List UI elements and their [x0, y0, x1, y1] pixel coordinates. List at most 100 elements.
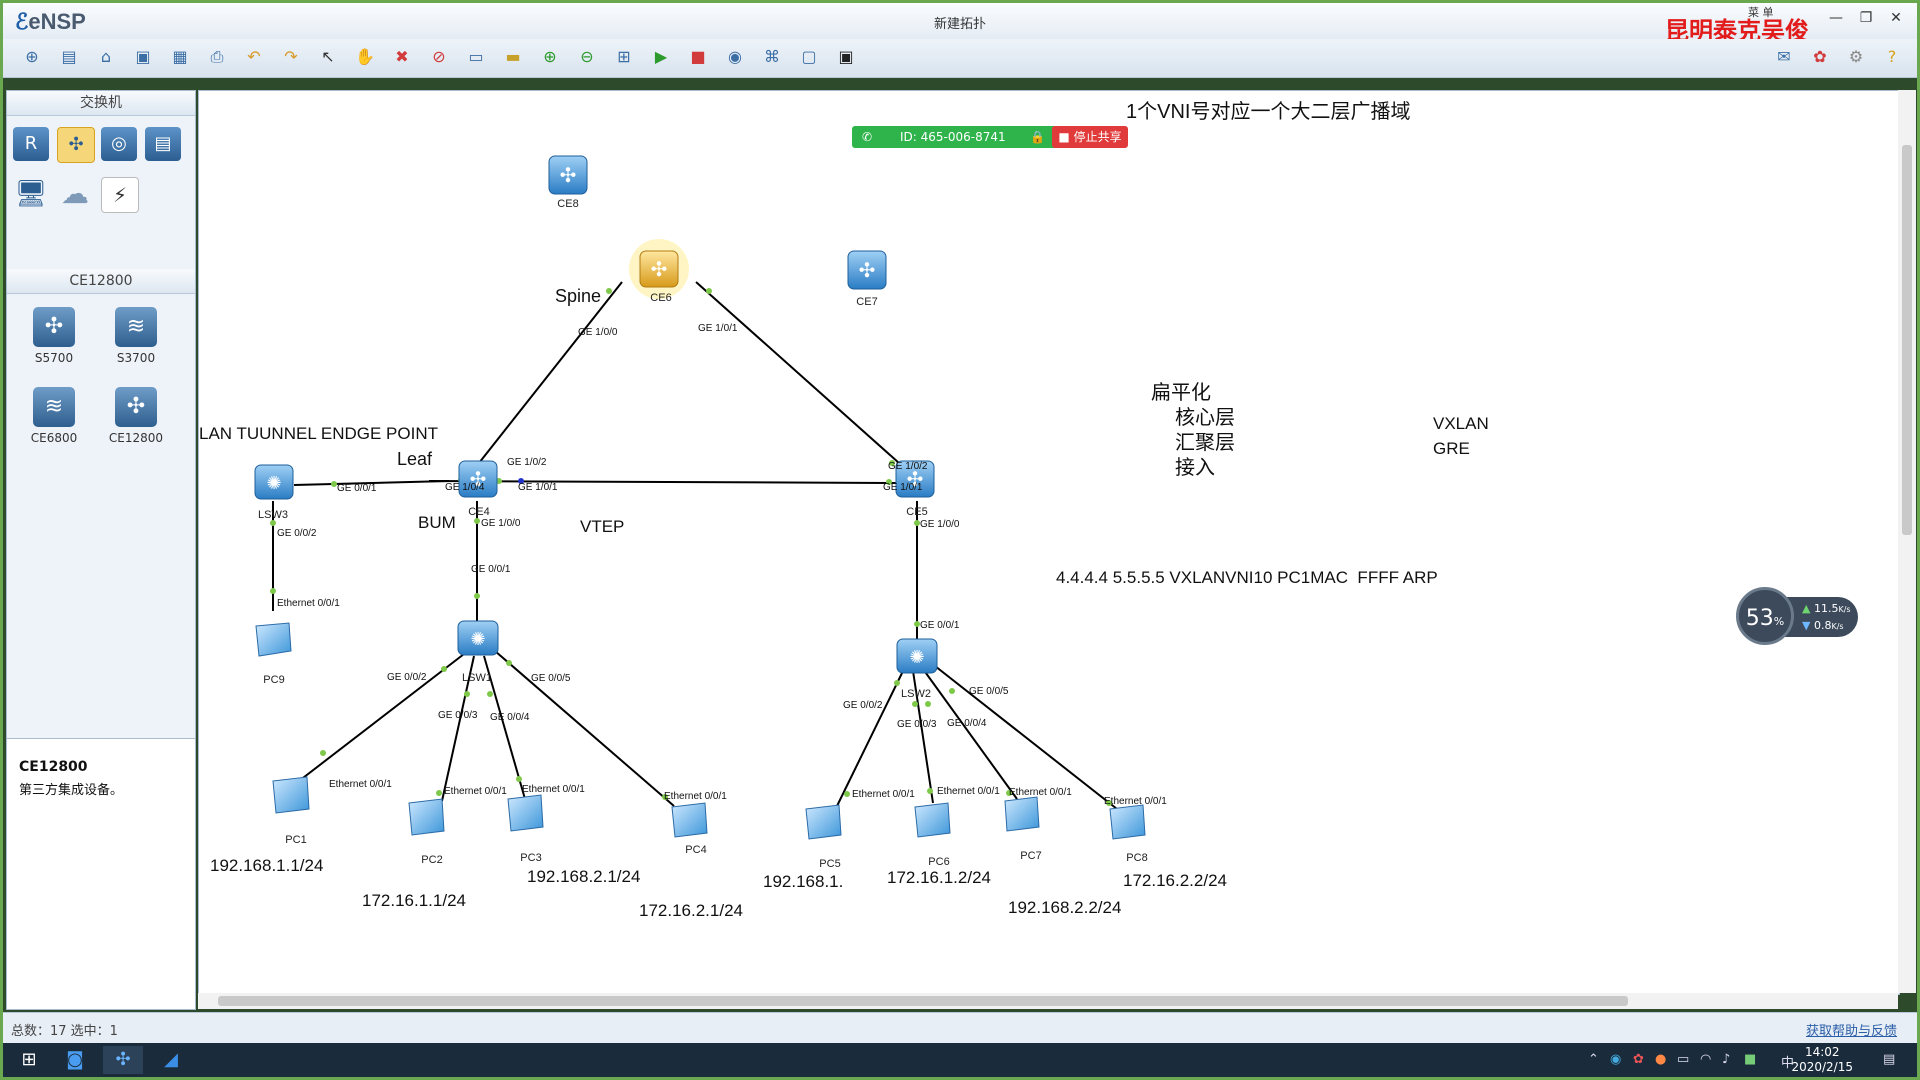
annotation-vtep[interactable]: VTEP — [580, 517, 624, 536]
settings-icon[interactable]: ⚙ — [1845, 46, 1867, 68]
pc-7[interactable]: PC7 — [1004, 796, 1042, 862]
save-as-icon[interactable]: ▦ — [169, 46, 191, 68]
close-icon[interactable]: ✕ — [1881, 7, 1911, 29]
pc-category-icon[interactable]: 🖥 — [13, 177, 49, 211]
open-example-icon[interactable]: ⌂ — [95, 46, 117, 68]
annotation-vxlan[interactable]: VXLAN — [1433, 414, 1489, 433]
zoom-out-icon[interactable]: ⊖ — [576, 46, 598, 68]
undo-icon[interactable]: ↶ — [243, 46, 265, 68]
chat-icon[interactable]: ✉ — [1773, 46, 1795, 68]
ip-label[interactable]: 172.16.1.1/24 — [362, 891, 466, 910]
pc-1[interactable]: PC1 — [272, 776, 310, 846]
topology-view-icon[interactable]: ⌘ — [761, 46, 783, 68]
open-icon[interactable]: ▤ — [58, 46, 80, 68]
switch-ce8[interactable]: ✣ CE8 — [548, 155, 588, 210]
tray-volume-icon[interactable]: ♪ — [1722, 1052, 1730, 1067]
annotation-core[interactable]: 核心层 — [1175, 406, 1235, 429]
tray-chevron-icon[interactable]: ⌃ — [1588, 1052, 1599, 1067]
terminal-icon[interactable]: ▣ — [835, 46, 857, 68]
shape-icon[interactable]: ▬ — [502, 46, 524, 68]
link-lsw2-pc5[interactable] — [836, 668, 905, 807]
device-ce6800[interactable]: ≋ CE6800 — [19, 387, 89, 445]
pc-6[interactable]: PC6 — [914, 802, 951, 868]
ip-label[interactable]: 172.16.1.2/24 — [887, 868, 991, 887]
cable-category-icon[interactable]: ⚡ — [101, 177, 139, 213]
tray-wifi-icon[interactable]: ◠ — [1700, 1052, 1711, 1067]
annotation-vni[interactable]: 1个VNI号对应一个大二层广播域 — [1126, 100, 1410, 123]
print-icon[interactable]: ⎙ — [206, 46, 228, 68]
annotation-vtep-long[interactable]: LAN TUUNNEL ENDGE POINT — [199, 424, 438, 443]
help-icon[interactable]: ? — [1881, 46, 1903, 68]
tray-security-icon[interactable]: ■ — [1744, 1052, 1756, 1067]
vertical-scrollbar[interactable] — [1898, 90, 1916, 993]
network-speed-widget[interactable]: ▲ 11.5K/s ▼ 0.8K/s 53% — [1736, 587, 1858, 647]
tray-network-icon[interactable]: ◉ — [1610, 1052, 1621, 1067]
start-icon[interactable]: ▶ — [650, 46, 672, 68]
taskbar-clock[interactable]: 14:02 2020/2/15 — [1791, 1045, 1853, 1075]
stop-icon[interactable]: ■ — [687, 46, 709, 68]
device-ce12800[interactable]: ✣ CE12800 — [101, 387, 171, 445]
ip-label[interactable]: 172.16.2.1/24 — [639, 901, 743, 920]
annotation-flow[interactable]: 4.4.4.4 5.5.5.5 VXLANVNI10 PC1MAC FFFF A… — [1056, 568, 1438, 587]
pc-4[interactable]: PC4 — [671, 802, 708, 856]
pc-3[interactable]: PC3 — [507, 794, 544, 864]
topology-canvas[interactable]: ✣ CE8 ✣ CE6 ✣ CE7 ✣ CE4 ✣ CE5 ✺ LSW3 ✺ L… — [198, 90, 1900, 995]
switch-lsw2[interactable]: ✺ LSW2 — [896, 638, 938, 700]
pc-5[interactable]: PC5 — [805, 804, 842, 870]
horizontal-scrollbar[interactable] — [198, 993, 1898, 1009]
cloud-category-icon[interactable]: ☁ — [57, 177, 93, 211]
delete-icon[interactable]: ✖ — [391, 46, 413, 68]
tray-battery-icon[interactable]: ▭ — [1677, 1052, 1689, 1067]
redo-icon[interactable]: ↷ — [280, 46, 302, 68]
notification-icon[interactable]: ▤ — [1883, 1052, 1895, 1067]
link-ce6-ce4[interactable] — [478, 281, 623, 464]
pc-9[interactable]: PC9 — [255, 622, 292, 686]
grid-icon[interactable]: ▢ — [798, 46, 820, 68]
switch-ce7[interactable]: ✣ CE7 — [847, 250, 887, 308]
meeting-app-icon[interactable]: ◙ — [55, 1046, 95, 1074]
windows-start-icon[interactable]: ⊞ — [9, 1046, 49, 1074]
switch-ce6[interactable]: ✣ CE6 — [639, 250, 679, 304]
switch-category-icon[interactable]: ✣ — [57, 127, 95, 163]
stop-share-button[interactable]: ■ 停止共享 — [1052, 126, 1128, 148]
annotation-access[interactable]: 接入 — [1175, 456, 1215, 479]
wireless-category-icon[interactable]: ◎ — [101, 127, 137, 161]
annotation-gre[interactable]: GRE — [1433, 439, 1470, 458]
tray-app2-icon[interactable]: ● — [1655, 1052, 1666, 1067]
ip-label[interactable]: 192.168.2.1/24 — [527, 867, 640, 886]
link-ce6-ce5[interactable] — [695, 281, 900, 464]
pan-icon[interactable]: ✋ — [354, 46, 376, 68]
delete-link-icon[interactable]: ⊘ — [428, 46, 450, 68]
ip-label[interactable]: 192.168.1. — [763, 872, 843, 891]
annotation-agg[interactable]: 汇聚层 — [1175, 431, 1235, 454]
restore-icon[interactable]: ❐ — [1851, 7, 1881, 29]
switch-lsw1[interactable]: ✺ LSW1 — [457, 620, 499, 684]
ip-label[interactable]: 192.168.2.2/24 — [1008, 898, 1121, 917]
new-topology-icon[interactable]: ⊕ — [21, 46, 43, 68]
save-icon[interactable]: ▣ — [132, 46, 154, 68]
router-category-icon[interactable]: R — [13, 127, 49, 161]
whiteboard-app-icon[interactable]: ◢ — [151, 1046, 191, 1074]
vertical-scroll-thumb[interactable] — [1902, 145, 1912, 535]
fit-icon[interactable]: ⊞ — [613, 46, 635, 68]
annotation-leaf[interactable]: Leaf — [397, 449, 433, 469]
switch-lsw3[interactable]: ✺ LSW3 — [254, 464, 294, 521]
ip-label[interactable]: 192.168.1.1/24 — [210, 856, 323, 875]
firewall-category-icon[interactable]: ▤ — [145, 127, 181, 161]
ensp-task-icon[interactable]: ✣ — [103, 1046, 143, 1074]
text-icon[interactable]: ▭ — [465, 46, 487, 68]
horizontal-scroll-thumb[interactable] — [218, 996, 1628, 1006]
select-icon[interactable]: ↖ — [317, 46, 339, 68]
ip-label[interactable]: 172.16.2.2/24 — [1123, 871, 1227, 890]
minimize-icon[interactable]: — — [1821, 7, 1851, 29]
annotation-spine[interactable]: Spine — [555, 286, 601, 306]
pc-2[interactable]: PC2 — [408, 798, 445, 866]
device-s5700[interactable]: ✣ S5700 — [19, 307, 89, 365]
link-lsw1-pc4[interactable] — [494, 650, 675, 807]
device-s3700[interactable]: ≋ S3700 — [101, 307, 171, 365]
annotation-flat[interactable]: 扁平化 — [1151, 381, 1211, 404]
annotation-bum[interactable]: BUM — [418, 513, 456, 532]
huawei-icon[interactable]: ✿ — [1809, 46, 1831, 68]
capture-icon[interactable]: ◉ — [724, 46, 746, 68]
pc-8[interactable]: PC8 — [1109, 804, 1148, 864]
